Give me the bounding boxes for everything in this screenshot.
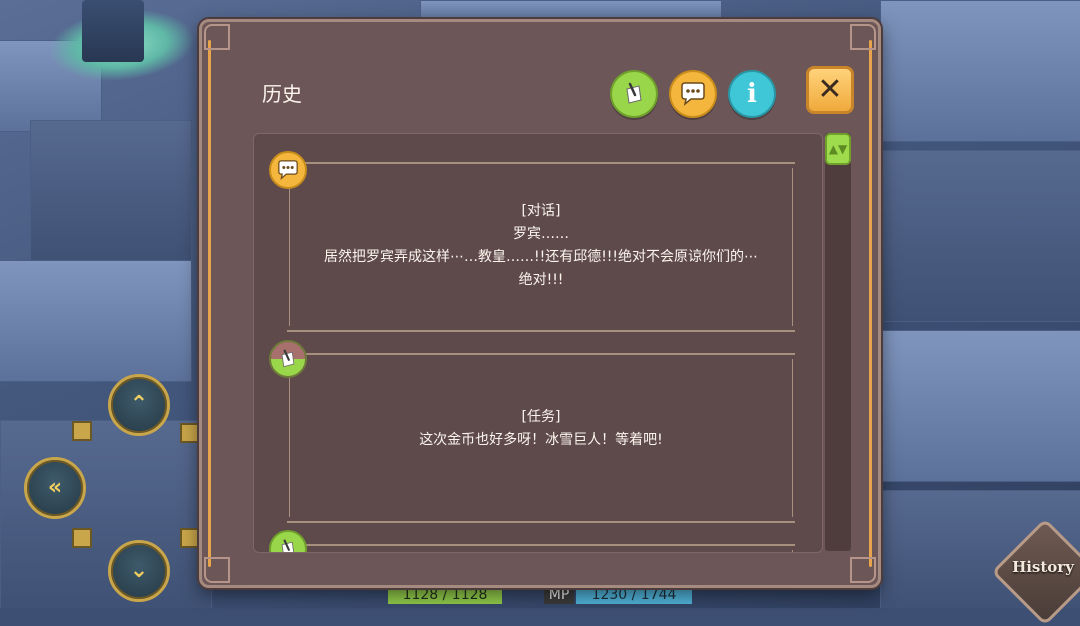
log-entry: [任务] 这次金币也好多呀！冰雪巨人！等着吧! [287, 353, 795, 523]
speech-bubble-icon [278, 160, 298, 180]
log-entry-text: [对话] 罗宾…… 居然把罗宾弄成这样⋯…教皇……!!还有邱德!!!绝对不会原谅… [287, 200, 795, 292]
log-type-badge [269, 151, 307, 189]
mp-value: 1230 / 1744 [591, 587, 677, 603]
info-icon: i [747, 79, 757, 109]
hp-bar: 1128 / 1128 [388, 586, 502, 604]
quest-scroll-icon [281, 349, 295, 368]
chevron-down-icon: ⌄ [129, 558, 149, 583]
filter-task-button[interactable] [610, 70, 658, 118]
log-entry [287, 544, 795, 552]
chevron-up-icon: ⌃ [129, 392, 149, 417]
close-icon: ✕ [817, 72, 843, 107]
filter-info-button[interactable]: i [728, 70, 776, 118]
ice-block [880, 150, 1080, 322]
move-down-left-button[interactable] [72, 528, 92, 548]
move-down-right-button[interactable] [180, 528, 200, 548]
ornament-corner [204, 557, 230, 583]
ice-block [880, 330, 1080, 482]
history-dialog: 历史 i ✕ [对话] 罗宾…… 居然把罗宾弄成这样⋯…教皇……!!还有邱德!!… [199, 19, 881, 588]
ornament-corner [850, 24, 876, 50]
ornament-corner [204, 24, 230, 50]
move-up-right-button[interactable] [180, 423, 200, 443]
log-entry-line: 绝对!!! [518, 272, 564, 288]
log-entry-line: 罗宾…… [513, 226, 569, 242]
ice-block [30, 120, 192, 262]
scroll-arrows-icon: ▲▼ [828, 142, 848, 156]
mp-bar: 1230 / 1744 [576, 586, 692, 604]
log-entry-line: 居然把罗宾弄成这样⋯…教皇……!!还有邱德!!!绝对不会原谅你们的⋯ [323, 249, 759, 265]
ice-block [0, 420, 212, 608]
log-entry: [对话] 罗宾…… 居然把罗宾弄成这样⋯…教皇……!!还有邱德!!!绝对不会原谅… [287, 162, 795, 332]
log-entry-text: [任务] 这次金币也好多呀！冰雪巨人！等着吧! [287, 406, 795, 452]
log-type-badge [269, 530, 307, 552]
move-down-button[interactable]: ⌄ [108, 540, 170, 602]
close-button[interactable]: ✕ [806, 66, 854, 114]
scrollbar-track[interactable] [825, 133, 851, 551]
ornament-corner [850, 557, 876, 583]
move-left-button[interactable]: « [24, 457, 86, 519]
log-entry-line: 这次金币也好多呀！冰雪巨人！等着吧! [419, 432, 663, 448]
log-entry-category: [任务] [521, 409, 561, 425]
log-type-badge [269, 340, 307, 378]
dialog-edge-accent [869, 40, 872, 567]
move-up-button[interactable]: ⌃ [108, 374, 170, 436]
scrollbar-thumb[interactable]: ▲▼ [825, 133, 851, 165]
ice-block [0, 260, 192, 382]
quest-scroll-icon [626, 82, 642, 104]
history-log-list[interactable]: [对话] 罗宾…… 居然把罗宾弄成这样⋯…教皇……!!还有邱德!!!绝对不会原谅… [253, 133, 823, 553]
chevron-left-icon: « [47, 475, 63, 500]
log-entry-category: [对话] [521, 203, 561, 219]
hp-value: 1128 / 1128 [402, 587, 488, 603]
dialog-title: 历史 [262, 82, 302, 106]
history-button-label[interactable]: History [1008, 558, 1078, 576]
speech-bubble-icon [681, 82, 705, 106]
statue [82, 0, 144, 62]
quest-scroll-icon [281, 539, 295, 552]
filter-dialogue-button[interactable] [669, 70, 717, 118]
move-up-left-button[interactable] [72, 421, 92, 441]
ice-block [880, 0, 1080, 142]
mp-label: MP [544, 586, 574, 604]
dialog-edge-accent [208, 40, 211, 567]
